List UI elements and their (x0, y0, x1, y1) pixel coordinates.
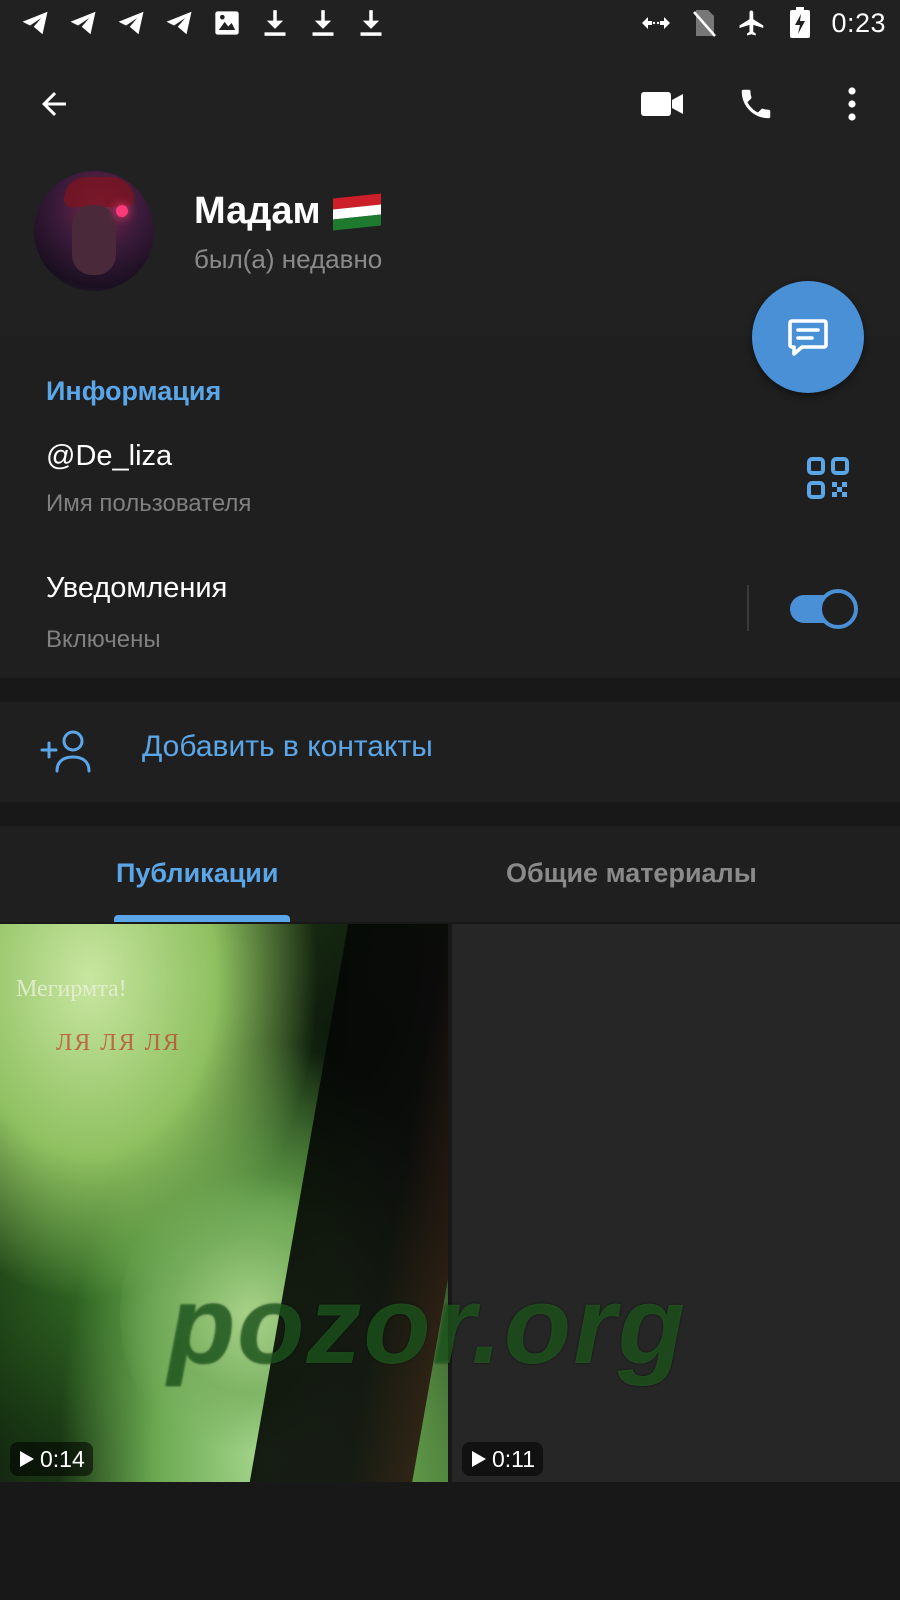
play-icon (20, 1451, 34, 1467)
tab-shared-media[interactable]: Общие материалы (506, 858, 757, 889)
add-contact-row[interactable] (0, 702, 900, 802)
notification-icons (18, 6, 388, 40)
notifications-state: Включены (46, 626, 161, 653)
avatar[interactable] (34, 171, 154, 291)
info-section-title: Информация (46, 376, 222, 406)
image-icon (210, 6, 244, 40)
add-person-icon (40, 728, 92, 774)
telegram-icon (114, 6, 148, 40)
battery-charging-icon (783, 6, 817, 40)
message-fab[interactable] (752, 281, 864, 393)
username-value[interactable]: @De_liza (46, 440, 172, 473)
tab-posts[interactable]: Публикации (116, 858, 279, 889)
telegram-icon (18, 6, 52, 40)
divider (747, 585, 749, 631)
more-vert-icon (848, 87, 856, 121)
back-button[interactable] (24, 74, 84, 134)
last-seen-status: был(а) недавно (194, 244, 383, 274)
watermark: pozor.org (168, 1264, 688, 1387)
video-duration: 0:11 (492, 1445, 536, 1472)
no-sim-icon (687, 6, 721, 40)
tab-indicator (114, 915, 290, 922)
data-arrows-icon (639, 6, 673, 40)
download-icon (258, 6, 292, 40)
video-duration-badge: 0:14 (10, 1442, 93, 1476)
video-duration: 0:14 (40, 1445, 85, 1472)
media-thumbnail[interactable]: Мегирмта! ЛЯ ЛЯ ЛЯ (0, 924, 448, 1482)
add-contact-label[interactable]: Добавить в контакты (142, 730, 433, 764)
phone-icon (741, 89, 771, 119)
clock: 0:23 (831, 7, 886, 38)
profile-name: Мадам (194, 190, 381, 233)
telegram-icon (162, 6, 196, 40)
username-caption: Имя пользователя (46, 490, 252, 517)
tajikistan-flag-icon (332, 192, 381, 230)
telegram-icon (66, 6, 100, 40)
video-caption: ЛЯ ЛЯ ЛЯ (56, 1030, 181, 1056)
notifications-toggle[interactable] (790, 589, 858, 629)
media-thumbnail[interactable] (452, 924, 900, 1482)
voice-call-button[interactable] (726, 74, 786, 134)
video-call-button[interactable] (632, 74, 692, 134)
video-caption: Мегирмта! (16, 976, 127, 1002)
download-icon (354, 6, 388, 40)
message-icon (788, 319, 828, 356)
more-button[interactable] (822, 74, 882, 134)
notifications-label[interactable]: Уведомления (46, 572, 227, 605)
system-icons: 0:23 (639, 6, 886, 40)
profile-name-text: Мадам (194, 190, 321, 232)
play-icon (472, 1451, 486, 1467)
video-duration-badge: 0:11 (462, 1442, 544, 1476)
back-arrow-icon (42, 92, 66, 116)
video-camera-icon (641, 92, 683, 116)
qr-code-button[interactable] (806, 456, 850, 500)
qr-code-icon (807, 457, 849, 499)
download-icon (306, 6, 340, 40)
airplane-icon (735, 6, 769, 40)
